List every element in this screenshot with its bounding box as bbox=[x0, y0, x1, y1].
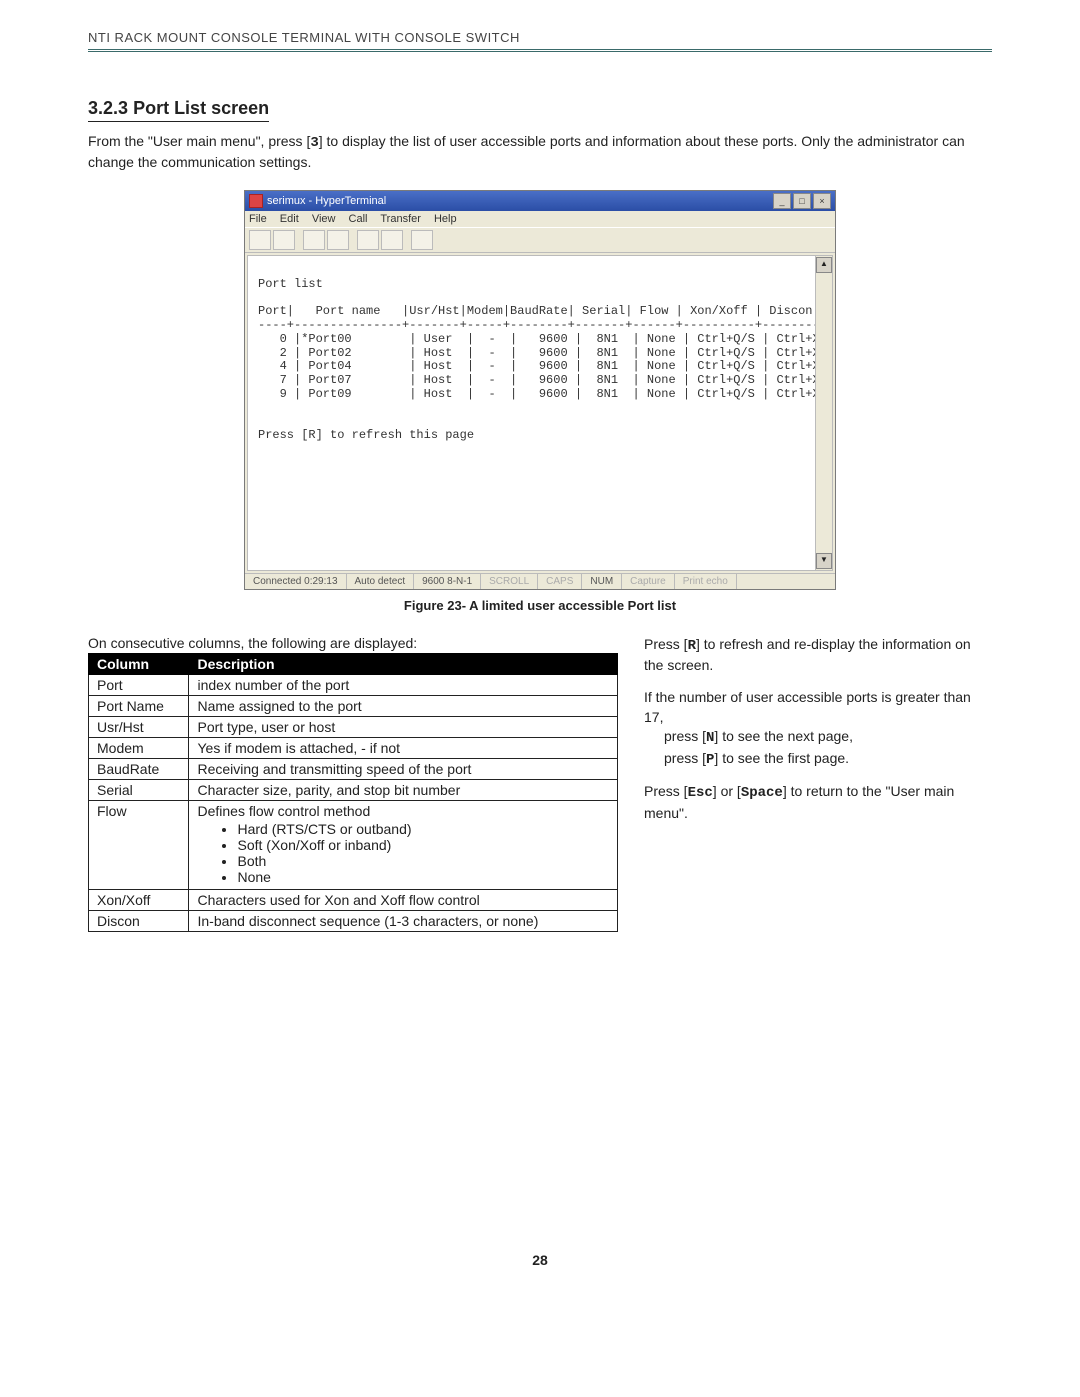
table-intro: On consecutive columns, the following ar… bbox=[88, 635, 618, 651]
toolbar-button[interactable] bbox=[327, 230, 349, 250]
scrollbar[interactable]: ▲ ▼ bbox=[815, 256, 832, 570]
table-row: BaudRateReceiving and transmitting speed… bbox=[89, 758, 618, 779]
key-3: 3 bbox=[310, 135, 318, 151]
terminal-area: Port list Port| Port name |Usr/Hst|Modem… bbox=[247, 255, 833, 571]
toolbar-button[interactable] bbox=[357, 230, 379, 250]
table-row: ModemYes if modem is attached, - if not bbox=[89, 737, 618, 758]
th-column: Column bbox=[89, 653, 189, 674]
titlebar: serimux - HyperTerminal _ □ × bbox=[245, 191, 835, 211]
list-item: Soft (Xon/Xoff or inband) bbox=[237, 837, 609, 853]
status-caps: CAPS bbox=[538, 574, 582, 589]
doc-header: NTI RACK MOUNT CONSOLE TERMINAL WITH CON… bbox=[88, 30, 992, 45]
table-row: Flow Defines flow control method Hard (R… bbox=[89, 800, 618, 889]
close-button[interactable]: × bbox=[813, 193, 831, 209]
menu-view[interactable]: View bbox=[312, 213, 336, 225]
menubar: File Edit View Call Transfer Help bbox=[245, 211, 835, 227]
statusbar: Connected 0:29:13 Auto detect 9600 8-N-1… bbox=[245, 573, 835, 589]
minimize-button[interactable]: _ bbox=[773, 193, 791, 209]
terminal-output: Port list Port| Port name |Usr/Hst|Modem… bbox=[250, 258, 830, 463]
maximize-button[interactable]: □ bbox=[793, 193, 811, 209]
scroll-up-icon[interactable]: ▲ bbox=[816, 257, 832, 273]
section-number: 3.2.3 bbox=[88, 98, 128, 118]
key-space: Space bbox=[741, 785, 783, 801]
toolbar-button[interactable] bbox=[249, 230, 271, 250]
app-icon bbox=[249, 194, 263, 208]
window-title: serimux - HyperTerminal bbox=[267, 195, 386, 207]
table-row: Xon/XoffCharacters used for Xon and Xoff… bbox=[89, 889, 618, 910]
menu-call[interactable]: Call bbox=[349, 213, 368, 225]
toolbar bbox=[245, 227, 835, 253]
toolbar-button[interactable] bbox=[273, 230, 295, 250]
list-item: None bbox=[237, 869, 609, 885]
th-description: Description bbox=[189, 653, 618, 674]
toolbar-button[interactable] bbox=[303, 230, 325, 250]
menu-help[interactable]: Help bbox=[434, 213, 457, 225]
status-capture: Capture bbox=[622, 574, 675, 589]
figure-caption: Figure 23- A limited user accessible Por… bbox=[88, 598, 992, 613]
menu-edit[interactable]: Edit bbox=[280, 213, 299, 225]
status-mode: 9600 8-N-1 bbox=[414, 574, 481, 589]
status-detect: Auto detect bbox=[347, 574, 415, 589]
side-instructions: Press [R] to refresh and re-display the … bbox=[644, 635, 992, 836]
hyperterminal-window: serimux - HyperTerminal _ □ × File Edit … bbox=[244, 190, 836, 590]
table-row: DisconIn-band disconnect sequence (1-3 c… bbox=[89, 910, 618, 931]
intro-paragraph: From the "User main menu", press [3] to … bbox=[88, 132, 992, 172]
scroll-down-icon[interactable]: ▼ bbox=[816, 553, 832, 569]
menu-transfer[interactable]: Transfer bbox=[380, 213, 421, 225]
list-item: Both bbox=[237, 853, 609, 869]
status-num: NUM bbox=[582, 574, 622, 589]
section-heading: 3.2.3 Port List screen bbox=[88, 98, 269, 122]
key-r: R bbox=[688, 638, 696, 654]
toolbar-button[interactable] bbox=[381, 230, 403, 250]
list-item: Hard (RTS/CTS or outband) bbox=[237, 821, 609, 837]
table-row: Port NameName assigned to the port bbox=[89, 695, 618, 716]
status-connected: Connected 0:29:13 bbox=[245, 574, 347, 589]
column-description-table: Column Description Portindex number of t… bbox=[88, 653, 618, 932]
status-echo: Print echo bbox=[675, 574, 737, 589]
header-rule bbox=[88, 49, 992, 52]
section-title-text: Port List screen bbox=[133, 98, 269, 118]
table-row: Portindex number of the port bbox=[89, 674, 618, 695]
table-row: Usr/HstPort type, user or host bbox=[89, 716, 618, 737]
key-esc: Esc bbox=[688, 785, 713, 801]
table-row: SerialCharacter size, parity, and stop b… bbox=[89, 779, 618, 800]
menu-file[interactable]: File bbox=[249, 213, 267, 225]
flow-list: Hard (RTS/CTS or outband) Soft (Xon/Xoff… bbox=[237, 821, 609, 885]
toolbar-button[interactable] bbox=[411, 230, 433, 250]
status-scroll: SCROLL bbox=[481, 574, 538, 589]
page-number: 28 bbox=[88, 1252, 992, 1268]
